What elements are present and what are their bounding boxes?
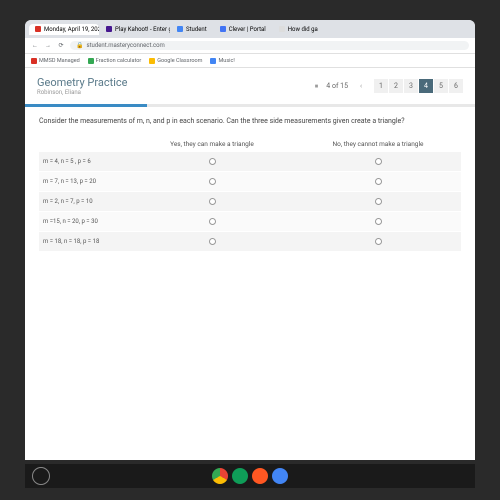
bookmark-label: MMSD Managed <box>39 58 80 64</box>
page-1[interactable]: 1 <box>374 79 388 93</box>
row-label: m =15, n = 20, p = 30 <box>39 212 129 231</box>
cell-no <box>295 232 461 251</box>
tab-label: Monday, April 19, 2021 <box>44 26 99 33</box>
bookmark-icon <box>149 58 155 64</box>
radio-button[interactable] <box>375 238 382 245</box>
url-field[interactable]: 🔒student.masteryconnect.com <box>70 41 469 50</box>
bookmark-0[interactable]: MMSD Managed <box>31 58 80 64</box>
screen: Monday, April 19, 2021 Play Kahoot! - En… <box>25 20 475 460</box>
answer-matrix: Yes, they can make a triangle No, they c… <box>39 136 461 252</box>
cell-yes <box>129 192 295 211</box>
matrix-header: Yes, they can make a triangle No, they c… <box>39 136 461 152</box>
launcher-icon[interactable] <box>32 467 50 485</box>
cell-no <box>295 212 461 231</box>
browser-tabstrip: Monday, April 19, 2021 Play Kahoot! - En… <box>25 20 475 38</box>
assessment-header: Geometry Practice Robinson, Eliana ⏸ 4 o… <box>25 68 475 104</box>
bookmark-2[interactable]: Google Classroom <box>149 58 202 64</box>
app-chrome-icon[interactable] <box>212 468 228 484</box>
tab-favicon <box>279 26 285 32</box>
bookmark-icon <box>210 58 216 64</box>
progress-fill <box>25 104 147 107</box>
cell-no <box>295 152 461 171</box>
cell-yes <box>129 232 295 251</box>
prev-icon[interactable]: ‹ <box>356 82 366 90</box>
radio-button[interactable] <box>209 158 216 165</box>
cell-yes <box>129 152 295 171</box>
header-left: Geometry Practice Robinson, Eliana <box>37 76 128 96</box>
url-text: student.masteryconnect.com <box>86 42 164 49</box>
app-icon[interactable] <box>252 468 268 484</box>
cell-yes <box>129 172 295 191</box>
app-icon[interactable] <box>272 468 288 484</box>
matrix-row: m =15, n = 20, p = 30 <box>39 212 461 232</box>
lock-icon: 🔒 <box>76 42 83 49</box>
bookmark-icon <box>31 58 37 64</box>
col-no: No, they cannot make a triangle <box>295 136 461 152</box>
page-content: Geometry Practice Robinson, Eliana ⏸ 4 o… <box>25 68 475 460</box>
matrix-row: m = 4, n = 5 , p = 6 <box>39 152 461 172</box>
radio-button[interactable] <box>209 218 216 225</box>
bookmarks-bar: MMSD Managed Fraction calculator Google … <box>25 54 475 68</box>
cell-no <box>295 172 461 191</box>
bookmark-label: Music! <box>218 58 234 64</box>
tab-label: Play Kahoot! - Enter game P <box>115 26 170 33</box>
row-label: m = 2, n = 7, p = 10 <box>39 192 129 211</box>
page-4[interactable]: 4 <box>419 79 433 93</box>
radio-button[interactable] <box>209 198 216 205</box>
cell-yes <box>129 212 295 231</box>
reload-icon[interactable]: ⟳ <box>57 42 65 50</box>
question-area: Consider the measurements of m, n, and p… <box>25 107 475 262</box>
tab-label: How did ga <box>288 26 318 33</box>
col-yes: Yes, they can make a triangle <box>129 136 295 152</box>
page-6[interactable]: 6 <box>449 79 463 93</box>
tab-favicon <box>220 26 226 32</box>
chrome-os-shelf <box>25 464 475 488</box>
forward-icon[interactable]: → <box>44 42 52 50</box>
tab-label: Clever | Portal <box>229 26 266 33</box>
radio-button[interactable] <box>209 178 216 185</box>
tab-favicon <box>177 26 183 32</box>
row-label: m = 18, n = 18, p = 18 <box>39 232 129 251</box>
row-label: m = 7, n = 13, p = 20 <box>39 172 129 191</box>
question-counter: 4 of 15 <box>326 82 348 90</box>
app-icon[interactable] <box>232 468 248 484</box>
radio-button[interactable] <box>375 158 382 165</box>
radio-button[interactable] <box>375 218 382 225</box>
question-text: Consider the measurements of m, n, and p… <box>39 117 461 126</box>
radio-button[interactable] <box>209 238 216 245</box>
bookmark-icon <box>88 58 94 64</box>
radio-button[interactable] <box>375 178 382 185</box>
cell-no <box>295 192 461 211</box>
student-name: Robinson, Eliana <box>37 89 128 96</box>
row-label: m = 4, n = 5 , p = 6 <box>39 152 129 171</box>
page-title: Geometry Practice <box>37 76 128 89</box>
bookmark-label: Google Classroom <box>157 58 202 64</box>
tab-favicon <box>35 26 41 32</box>
tab-1[interactable]: Play Kahoot! - Enter game P <box>100 24 170 35</box>
tab-3[interactable]: Clever | Portal <box>214 24 272 35</box>
pause-icon[interactable]: ⏸ <box>315 82 319 91</box>
tab-label: Student <box>186 26 207 33</box>
tab-2[interactable]: Student <box>171 24 213 35</box>
matrix-row: m = 7, n = 13, p = 20 <box>39 172 461 192</box>
bookmark-label: Fraction calculator <box>96 58 141 64</box>
matrix-row: m = 18, n = 18, p = 18 <box>39 232 461 252</box>
header-right: ⏸ 4 of 15 ‹ 1 2 3 4 5 6 <box>315 79 463 93</box>
header-spacer <box>39 136 129 152</box>
radio-button[interactable] <box>375 198 382 205</box>
bookmark-1[interactable]: Fraction calculator <box>88 58 141 64</box>
page-2[interactable]: 2 <box>389 79 403 93</box>
bookmark-3[interactable]: Music! <box>210 58 234 64</box>
page-5[interactable]: 5 <box>434 79 448 93</box>
back-icon[interactable]: ← <box>31 42 39 50</box>
tab-favicon <box>106 26 112 32</box>
page-3[interactable]: 3 <box>404 79 418 93</box>
tab-4[interactable]: How did ga <box>273 24 324 35</box>
progress-bar <box>25 104 475 107</box>
tab-0[interactable]: Monday, April 19, 2021 <box>29 24 99 35</box>
matrix-row: m = 2, n = 7, p = 10 <box>39 192 461 212</box>
pager: 1 2 3 4 5 6 <box>374 79 463 93</box>
address-bar: ← → ⟳ 🔒student.masteryconnect.com <box>25 38 475 54</box>
